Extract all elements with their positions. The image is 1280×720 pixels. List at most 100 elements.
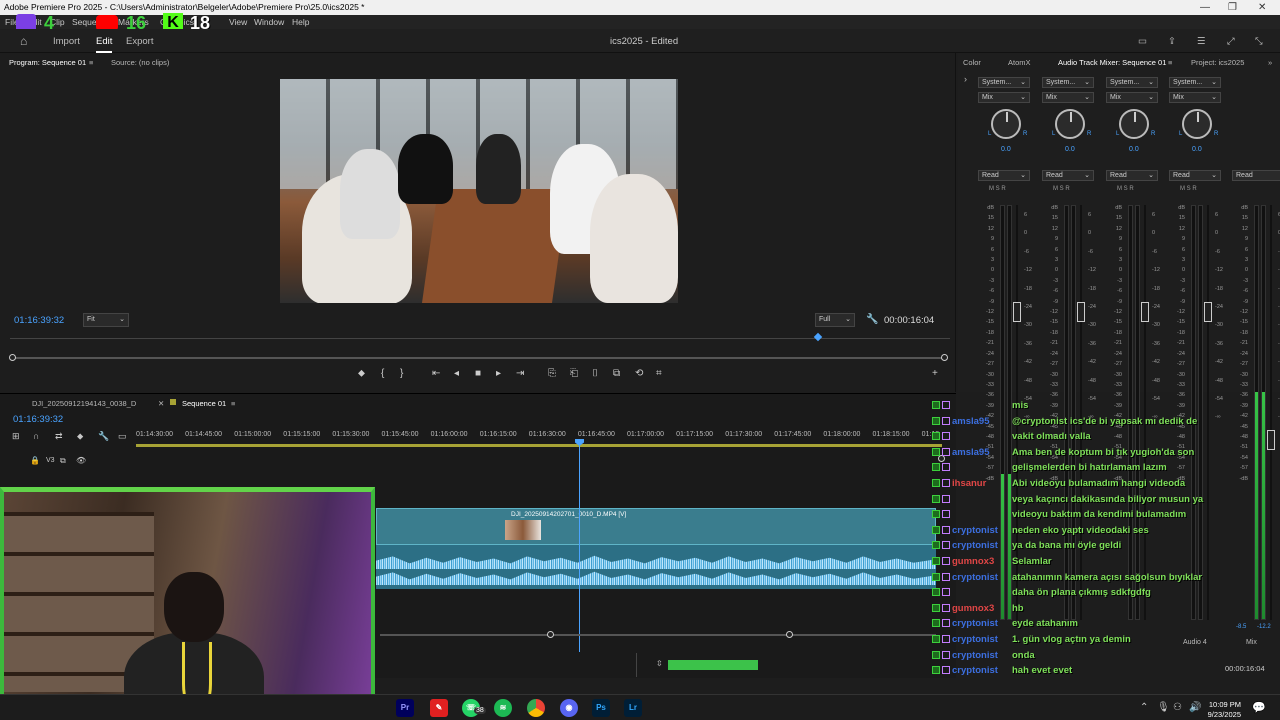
mixer-menu-icon[interactable]: ≡ — [1168, 56, 1172, 70]
program-tab[interactable]: Program: Sequence 01 — [9, 56, 86, 70]
channel-mix-select[interactable]: Mix ⌄ — [1169, 92, 1221, 103]
linked-select-icon[interactable]: ⇄ — [55, 431, 63, 442]
zoom-scrollbar[interactable] — [14, 357, 946, 359]
clock-date[interactable]: 9/23/2025 — [1203, 710, 1241, 719]
maximize-icon[interactable]: ❐ — [1228, 0, 1237, 15]
channel-mix-select[interactable]: Mix ⌄ — [978, 92, 1030, 103]
import-tab[interactable]: Import — [53, 36, 80, 47]
extract-icon[interactable]: ⎗ — [570, 368, 578, 379]
lift-icon[interactable]: ⎘ — [548, 368, 556, 379]
pan-knob[interactable] — [1182, 109, 1212, 139]
automation-select[interactable]: Read ⌄ — [1169, 170, 1221, 181]
app-taskbar-icon[interactable]: ✎ — [430, 699, 448, 717]
timeline-zoom-left[interactable] — [547, 631, 554, 638]
channel-mix-select[interactable]: Mix ⌄ — [1042, 92, 1094, 103]
program-ruler[interactable] — [10, 333, 950, 339]
volume-fader[interactable] — [1267, 430, 1275, 450]
notification-icon[interactable]: 💬 — [1252, 701, 1266, 714]
pan-value[interactable]: 0.0 — [1192, 146, 1202, 153]
channel-input-select[interactable]: System... ⌄ — [978, 77, 1030, 88]
menu-view[interactable]: View — [229, 15, 247, 29]
program-timecode[interactable]: 01:16:39:32 — [14, 315, 64, 326]
msr-buttons[interactable]: M S R — [1180, 186, 1197, 192]
step-back-icon[interactable]: ◂ — [454, 368, 459, 379]
minimize-icon[interactable]: — — [1200, 0, 1210, 15]
quality-select[interactable]: Full ⌄ — [815, 313, 855, 327]
share-icon[interactable]: ⇪ — [1168, 36, 1176, 47]
close-icon[interactable]: ✕ — [1258, 0, 1266, 15]
mark-in-icon[interactable]: { — [381, 368, 384, 379]
export-tab[interactable]: Export — [126, 36, 153, 47]
channel-mix-select[interactable]: Mix ⌄ — [1106, 92, 1158, 103]
comparison-icon[interactable]: ⧉ — [613, 368, 620, 379]
microphone-icon[interactable]: 🎙 — [1157, 702, 1170, 713]
stop-icon[interactable]: ■ — [475, 368, 481, 379]
channel-input-select[interactable]: System... ⌄ — [1169, 77, 1221, 88]
channel-input-select[interactable]: System... ⌄ — [1042, 77, 1094, 88]
pan-knob[interactable] — [991, 109, 1021, 139]
volume-fader[interactable] — [1204, 302, 1212, 322]
edit-tab[interactable]: Edit — [96, 36, 113, 53]
zoom-handle-left[interactable] — [9, 354, 16, 361]
timeline-tab-clip[interactable]: DJI_20250912194143_0038_D — [32, 397, 136, 411]
mark-out-icon[interactable]: } — [400, 368, 403, 379]
audio-clip[interactable] — [376, 545, 936, 589]
expand-icon[interactable]: ⤡ — [1255, 36, 1263, 47]
panels-icon[interactable]: ☰ — [1197, 36, 1206, 47]
tab-atomx[interactable]: AtomX — [1008, 56, 1031, 70]
nest-icon[interactable]: ⊞ — [12, 431, 20, 442]
marker-icon[interactable]: ⬥ — [77, 431, 83, 442]
close-tab-icon[interactable]: ✕ — [158, 397, 164, 411]
menu-window[interactable]: Window — [254, 15, 284, 29]
volume-icon[interactable]: 🔊 — [1189, 702, 1201, 713]
timeline-zoom-right[interactable] — [786, 631, 793, 638]
snap-icon[interactable]: ∩ — [33, 431, 39, 441]
safe-margins-icon[interactable]: ⌗ — [656, 368, 662, 379]
go-to-in-icon[interactable]: ⇤ — [432, 368, 440, 379]
volume-fader[interactable] — [1141, 302, 1149, 322]
video-clip[interactable]: DJI_20250914202701_0010_D.MP4 [V] — [376, 508, 936, 545]
spotify-taskbar-icon[interactable]: ≋ — [494, 699, 512, 717]
menu-help[interactable]: Help — [292, 15, 309, 29]
add-button-icon[interactable]: + — [932, 368, 938, 379]
automation-select[interactable]: Read — [1232, 170, 1280, 181]
settings-wrench-icon[interactable]: 🔧 — [98, 431, 109, 442]
tab-project[interactable]: Project: ics2025 — [1191, 56, 1244, 70]
clock-time[interactable]: 10:09 PM — [1205, 700, 1241, 709]
program-menu-icon[interactable]: ≡ — [89, 56, 93, 70]
automation-select[interactable]: Read ⌄ — [1106, 170, 1158, 181]
fullscreen-icon[interactable]: ⤢ — [1227, 36, 1235, 47]
pan-knob[interactable] — [1119, 109, 1149, 139]
timeline-scrollbar[interactable] — [380, 634, 936, 636]
timeline-timecode[interactable]: 01:16:39:32 — [13, 414, 63, 425]
msr-buttons[interactable]: M S R — [1117, 186, 1134, 192]
sync-icon[interactable]: ⧉ — [60, 456, 66, 466]
msr-buttons[interactable]: M S R — [989, 186, 1006, 192]
channel-input-select[interactable]: System... ⌄ — [1106, 77, 1158, 88]
network-icon[interactable]: ⚇ — [1173, 702, 1182, 713]
more-panels-icon[interactable]: » — [1268, 56, 1272, 70]
proxy-icon[interactable]: ⟲ — [635, 368, 643, 379]
tray-chevron-icon[interactable]: ⌃ — [1140, 702, 1148, 713]
zoom-handle-right[interactable] — [941, 354, 948, 361]
add-marker-icon[interactable]: ⬥ — [358, 368, 365, 379]
eye-icon[interactable]: 👁 — [76, 456, 86, 465]
photoshop-taskbar-icon[interactable]: Ps — [592, 699, 610, 717]
chrome-taskbar-icon[interactable] — [527, 699, 545, 717]
pan-value[interactable]: 0.0 — [1065, 146, 1075, 153]
pan-value[interactable]: 0.0 — [1129, 146, 1139, 153]
home-icon[interactable]: ⌂ — [20, 34, 27, 48]
automation-select[interactable]: Read ⌄ — [978, 170, 1030, 181]
captions-icon[interactable]: ▭ — [118, 431, 127, 442]
step-forward-icon[interactable]: ▸ — [496, 368, 501, 379]
tab-color[interactable]: Color — [963, 56, 981, 70]
discord-taskbar-icon[interactable]: ◉ — [560, 699, 578, 717]
timeline-ruler[interactable]: 01:14:30:00 01:14:45:00 01:15:00:00 01:15:1… — [136, 430, 942, 444]
msr-buttons[interactable]: M S R — [1053, 186, 1070, 192]
workspace-icon[interactable]: ▭ — [1138, 36, 1147, 47]
volume-fader[interactable] — [1013, 302, 1021, 322]
export-frame-icon[interactable]: ⌷ — [592, 368, 598, 379]
wrench-icon[interactable]: 🔧 — [866, 314, 878, 325]
lightroom-taskbar-icon[interactable]: Lr — [624, 699, 642, 717]
tab-audio-mixer[interactable]: Audio Track Mixer: Sequence 01 — [1058, 56, 1166, 70]
